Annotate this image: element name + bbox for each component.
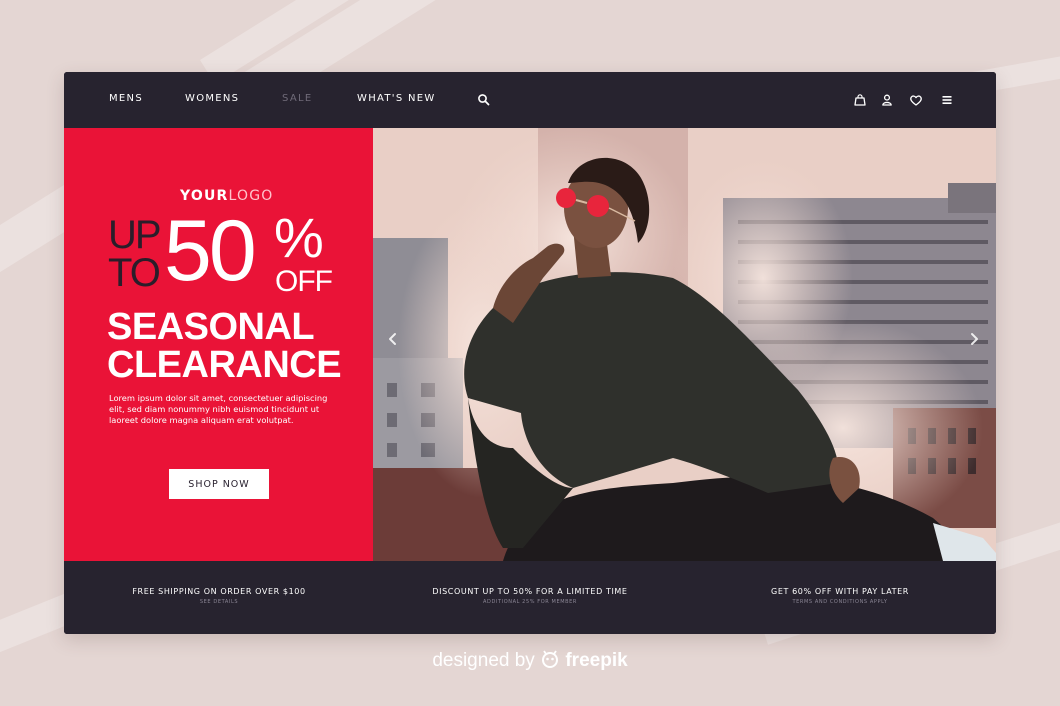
off-label: OFF [275, 265, 333, 298]
headline-line-2: CLEARANCE [107, 344, 342, 386]
nav-link-sale[interactable]: SALE [282, 93, 312, 104]
heart-icon[interactable] [909, 93, 923, 107]
shopping-bag-icon[interactable] [853, 93, 867, 107]
chevron-right-icon[interactable] [968, 332, 980, 346]
credit-prefix: designed by [432, 650, 535, 671]
feature-title: DISCOUNT UP TO 50% FOR A LIMITED TIME [432, 587, 628, 596]
designer-credit: designed by freepik [0, 650, 1060, 672]
discount-percent: 50 [164, 203, 257, 299]
chevron-left-icon[interactable] [387, 332, 399, 346]
menu-icon[interactable] [940, 93, 954, 107]
feature-title: GET 60% OFF WITH PAY LATER [771, 587, 909, 596]
nav-link-mens[interactable]: MENS [109, 93, 143, 104]
nav-link-whats-new[interactable]: WHAT'S NEW [357, 93, 436, 104]
features-bar: FREE SHIPPING ON ORDER OVER $100 SEE DET… [64, 561, 996, 634]
freepik-logo-icon [540, 650, 560, 668]
percent-sign: % [274, 206, 324, 269]
brand-logo[interactable]: YOURLOGO [180, 188, 274, 204]
feature-subtitle-link[interactable]: SEE DETAILS [69, 599, 369, 605]
promo-headline: SEASONAL CLEARANCE [107, 308, 347, 384]
feature-subtitle: ADDITIONAL 25% FOR MEMBER [482, 599, 578, 605]
logo-bold-text: YOUR [180, 188, 229, 204]
headline-line-1: SEASONAL [107, 306, 315, 348]
promo-panel: YOURLOGO UP TO 50 % OFF SEASONAL CLEARAN… [64, 128, 373, 561]
user-icon[interactable] [880, 93, 894, 107]
to-text: TO [108, 251, 161, 295]
feature-title: FREE SHIPPING ON ORDER OVER $100 [132, 587, 306, 596]
feature-free-shipping: FREE SHIPPING ON ORDER OVER $100 SEE DET… [69, 587, 369, 605]
logo-light-text: LOGO [228, 188, 274, 204]
up-text: UP [108, 213, 162, 257]
nav-link-womens[interactable]: WOMENS [185, 93, 239, 104]
landing-page-card: MENS WOMENS SALE WHAT'S NEW YOURLOGO UP … [64, 72, 996, 634]
hero-photo-illustration [373, 128, 996, 561]
top-navigation: MENS WOMENS SALE WHAT'S NEW [64, 72, 996, 128]
promo-description: Lorem ipsum dolor sit amet, consectetuer… [109, 393, 328, 425]
search-icon[interactable] [477, 93, 491, 107]
shop-now-button[interactable]: SHOP NOW [169, 469, 269, 499]
up-to-label: UP TO [108, 213, 162, 295]
credit-brand: freepik [565, 650, 628, 671]
feature-pay-later: GET 60% OFF WITH PAY LATER TERMS AND CON… [690, 587, 990, 605]
hero-image [373, 128, 996, 561]
feature-subtitle: TERMS AND CONDITIONS APPLY [792, 599, 888, 605]
feature-discount: DISCOUNT UP TO 50% FOR A LIMITED TIME AD… [380, 587, 680, 605]
